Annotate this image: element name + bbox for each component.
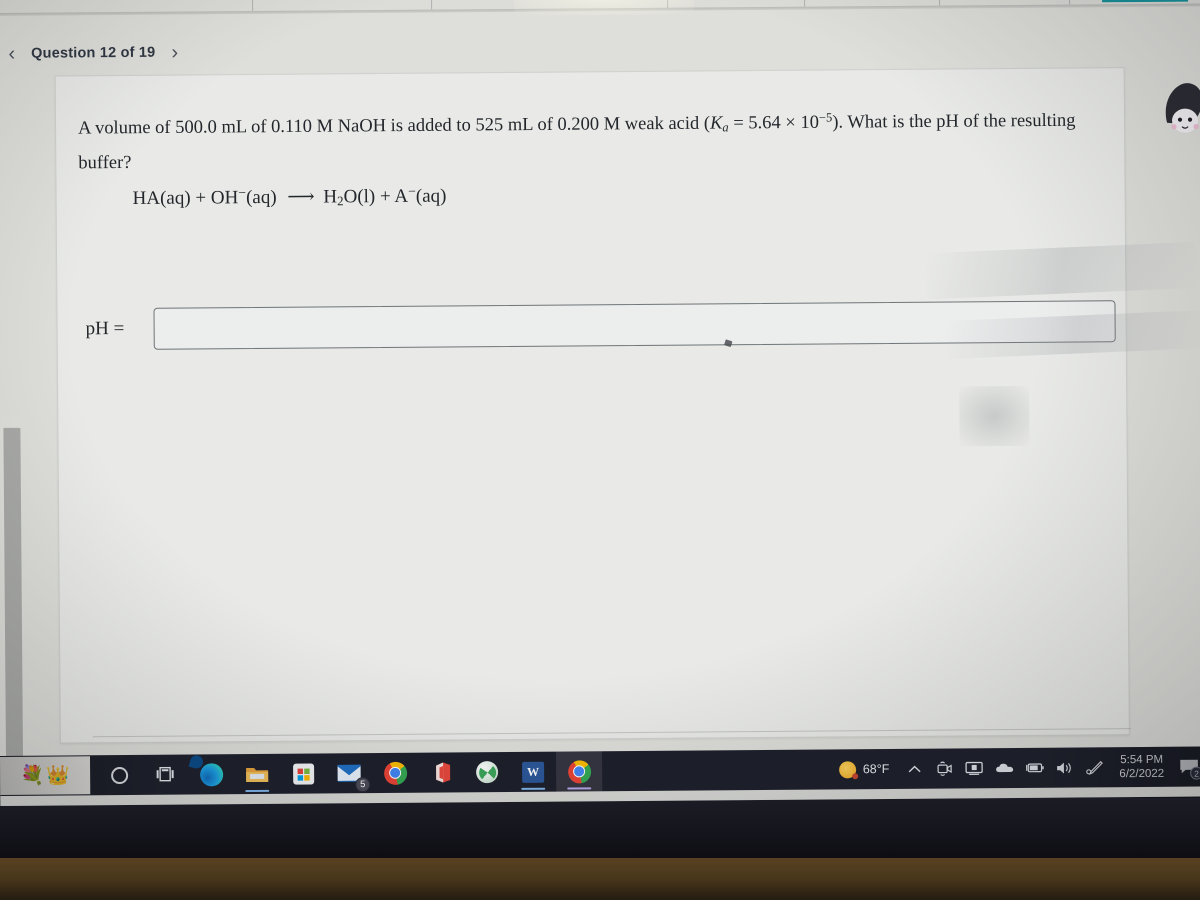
mail-unread-badge: 5 <box>355 777 371 793</box>
action-center-button[interactable]: 2 <box>1172 747 1200 787</box>
question-prompt: A volume of 500.0 mL of 0.110 M NaOH is … <box>78 100 1109 179</box>
weather-temperature: 68°F <box>862 761 890 777</box>
taskbar-item-xbox[interactable] <box>464 752 510 792</box>
ka-exponent: −5 <box>818 110 833 125</box>
running-indicator <box>245 789 270 793</box>
microsoft-store-icon <box>292 763 314 785</box>
running-indicator <box>567 786 592 790</box>
laptop-stickers: 💐 👑 <box>0 756 91 795</box>
action-center-badge: 2 <box>1190 766 1200 780</box>
card-inner-divider <box>92 728 1131 738</box>
file-explorer-icon <box>246 767 269 782</box>
cortana-ring-icon <box>110 766 128 784</box>
chrome-icon <box>383 761 407 785</box>
tray-battery-button[interactable] <box>1019 748 1049 788</box>
taskbar-item-taskview[interactable] <box>142 754 188 794</box>
quiz-page: ‹ Question 12 of 19 › A volume of 500.0 … <box>0 6 1200 784</box>
xbox-icon <box>476 761 499 784</box>
taskbar-item-edge[interactable] <box>188 754 234 794</box>
tray-display-button[interactable] <box>959 748 989 788</box>
taskbar-clock[interactable]: 5:54 PM 6/2/2022 <box>1109 753 1172 781</box>
crown-sticker-icon: 👑 <box>46 764 70 787</box>
browser-tab-active[interactable] <box>1101 0 1189 3</box>
display-charge-icon <box>965 761 984 775</box>
vertical-scrollbar-thumb[interactable] <box>3 427 24 768</box>
sun-icon <box>838 760 856 778</box>
kuromi-sticker-icon <box>1165 83 1200 133</box>
camera-icon <box>937 761 952 776</box>
photo-of-laptop-screen: ‹ Question 12 of 19 › A volume of 500.0 … <box>0 0 1200 900</box>
chrome-icon <box>567 759 591 784</box>
tray-pen-button[interactable] <box>1079 747 1109 787</box>
clock-date: 6/2/2022 <box>1119 767 1165 781</box>
clock-time: 5:54 PM <box>1120 753 1164 767</box>
question-progress-label: Question 12 of 19 <box>31 44 156 62</box>
eq-product-2: A <box>394 185 409 208</box>
tray-camera-button[interactable] <box>929 748 959 788</box>
tab-seam <box>430 0 433 10</box>
answer-row: pH = <box>85 300 1116 350</box>
eq-reactant-1: HA(aq) <box>132 187 191 210</box>
taskbar-item-store[interactable] <box>280 753 326 793</box>
eq-reactant-2-state: (aq) <box>245 186 277 209</box>
taskbar-item-mail[interactable]: 5 <box>326 753 372 793</box>
previous-question-icon[interactable]: ‹ <box>6 43 17 65</box>
running-indicator <box>521 787 546 790</box>
taskbar-item-chrome[interactable] <box>372 753 418 793</box>
eq-plus-2: + <box>379 186 391 208</box>
eq-product-2-state: (aq) <box>415 185 447 207</box>
laptop-bottom-bezel <box>0 798 1200 858</box>
taskbar-item-cortana[interactable] <box>96 755 142 795</box>
question-card: A volume of 500.0 mL of 0.110 M NaOH is … <box>54 67 1131 744</box>
windows-taskbar: 💐 👑 5 W 68°F 5:54 PM 6/2/2022 2 <box>0 746 1200 796</box>
tray-onedrive-button[interactable] <box>989 748 1019 788</box>
prompt-text-part1: A volume of 500.0 mL of 0.110 M NaOH is … <box>77 113 711 139</box>
taskbar-item-chrome-active[interactable] <box>555 751 603 792</box>
chevron-up-icon <box>908 765 921 772</box>
laptop-screen: ‹ Question 12 of 19 › A volume of 500.0 … <box>0 0 1200 806</box>
task-view-icon <box>156 766 174 781</box>
eq-plus-1: + <box>195 187 207 209</box>
edge-icon <box>199 762 223 786</box>
ph-label: pH = <box>85 317 125 340</box>
eq-product-1-post: O(l) <box>343 186 376 208</box>
question-navigation: ‹ Question 12 of 19 › <box>6 42 180 65</box>
word-icon: W <box>522 761 545 783</box>
taskbar-left: 💐 👑 5 W <box>0 751 603 796</box>
taskbar-app-icons: 5 W <box>90 751 603 795</box>
pen-icon <box>1085 760 1103 775</box>
system-tray: 68°F 5:54 PM 6/2/2022 2 <box>835 746 1200 789</box>
volume-icon <box>1057 762 1072 774</box>
prompt-text-part2: = 5.64 × 10 <box>728 112 819 134</box>
tray-volume-button[interactable] <box>1049 748 1079 788</box>
ph-answer-input[interactable] <box>153 300 1116 350</box>
tray-overflow-button[interactable] <box>899 749 929 789</box>
office-icon <box>436 762 451 783</box>
chemical-equation: HA(aq) + OH−(aq) ⟶ H2O(l) + A−(aq) <box>133 183 447 210</box>
eq-arrow-icon: ⟶ <box>287 186 313 208</box>
tab-seam <box>666 0 669 8</box>
next-question-icon[interactable]: › <box>169 42 180 64</box>
ka-symbol: K <box>709 113 723 134</box>
bouquet-sticker-icon: 💐 <box>20 765 45 787</box>
weather-widget[interactable]: 68°F <box>835 760 900 778</box>
taskbar-item-word[interactable]: W <box>510 752 556 792</box>
cloud-icon <box>995 763 1013 773</box>
eq-product-1-pre: H <box>323 186 338 208</box>
eq-reactant-2: OH <box>210 187 239 209</box>
taskbar-item-office[interactable] <box>418 752 464 792</box>
taskbar-item-explorer[interactable] <box>234 754 280 794</box>
tab-seam <box>251 0 254 11</box>
battery-icon <box>1025 763 1044 773</box>
